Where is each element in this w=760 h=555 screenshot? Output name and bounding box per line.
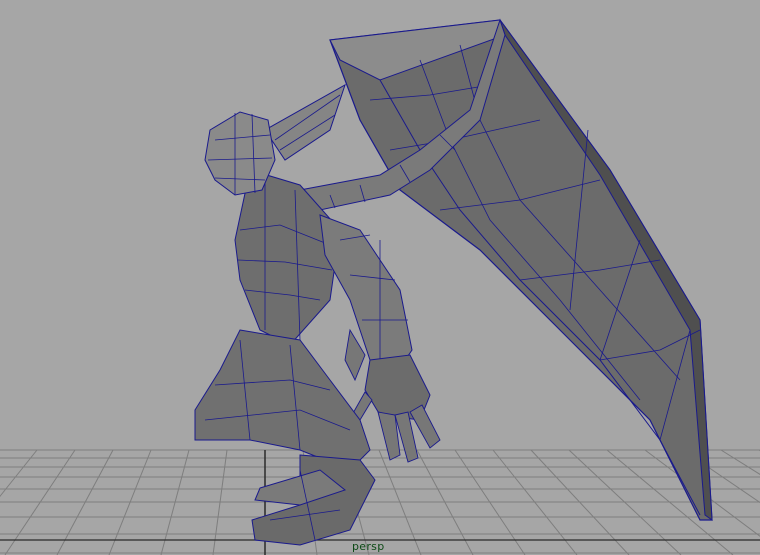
head-fin-mesh[interactable] (264, 83, 346, 161)
head-mesh[interactable] (204, 111, 276, 196)
maya-viewport[interactable]: persp (0, 0, 760, 555)
viewport-scene[interactable] (0, 0, 760, 555)
camera-name-label: persp (352, 540, 385, 553)
